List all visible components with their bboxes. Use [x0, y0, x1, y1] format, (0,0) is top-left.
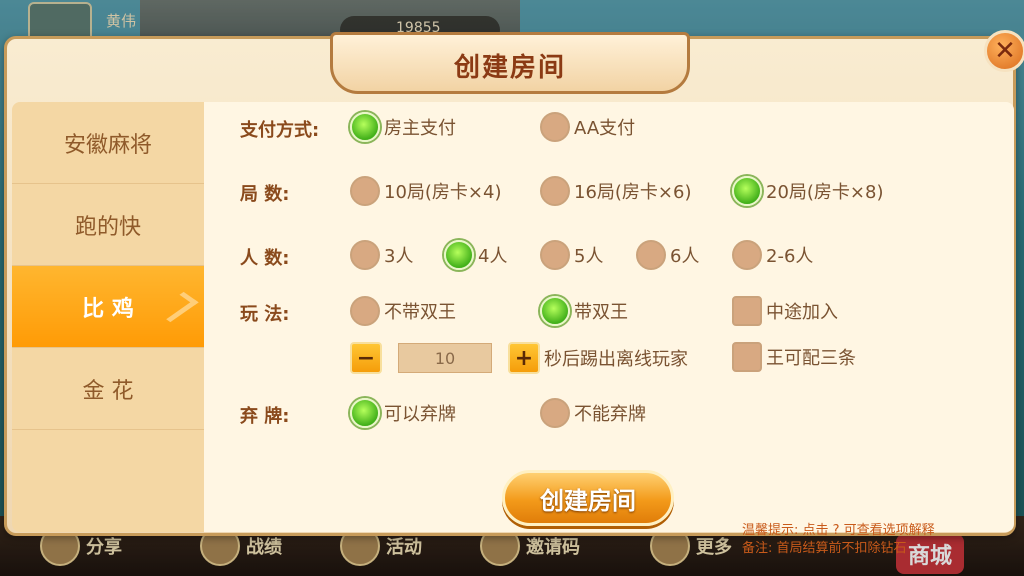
option-label: AA支付: [574, 118, 636, 139]
option-label: 6人: [670, 246, 700, 267]
tips-text: 温馨提示: 点击 ? 可查看选项解释 备注: 首局结算前不扣除钻石: [742, 522, 935, 558]
option-label: 2-6人: [766, 246, 814, 267]
option-label: 5人: [574, 246, 604, 267]
options-panel: 支付方式: 房主支付 AA支付 局 数: 10局(房卡×4) 16局(房卡×6): [204, 102, 1014, 556]
players-option-3[interactable]: 3人: [350, 240, 413, 270]
kick-seconds-value[interactable]: 10: [398, 343, 492, 373]
radio-selected-icon: [350, 398, 380, 428]
players-row: 人 数: 3人 4人 5人 6人 2-6人: [204, 238, 1014, 272]
players-option-2-6[interactable]: 2-6人: [732, 240, 813, 270]
rounds-row: 局 数: 10局(房卡×4) 16局(房卡×6) 20局(房卡×8): [204, 174, 1014, 208]
option-label: 16局(房卡×6): [574, 182, 692, 203]
title-ribbon: 创建房间: [330, 32, 690, 94]
radio-icon: [636, 240, 666, 270]
option-label: 3人: [384, 246, 414, 267]
option-label: 不带双王: [384, 302, 456, 323]
tab-label: 安徽麻将: [63, 132, 152, 158]
tab-label: 金 花: [82, 378, 134, 404]
option-label: 不能弃牌: [574, 404, 646, 425]
payment-label: 支付方式:: [240, 120, 320, 141]
radio-icon: [350, 176, 380, 206]
tab-label: 跑的快: [74, 214, 141, 240]
tip-line: 温馨提示: 点击 ? 可查看选项解释: [742, 523, 935, 538]
radio-icon: [350, 240, 380, 270]
rounds-option-10[interactable]: 10局(房卡×4): [350, 176, 501, 206]
option-label: 王可配三条: [766, 348, 856, 369]
discard-label: 弃 牌:: [240, 406, 290, 427]
rounds-option-16[interactable]: 16局(房卡×6): [540, 176, 691, 206]
kick-timer-row: − 10 + 秒后踢出离线玩家 王可配三条: [204, 340, 1014, 374]
players-label: 人 数:: [240, 248, 290, 269]
radio-icon: [540, 112, 570, 142]
play-label: 玩 法:: [240, 304, 290, 325]
play-row: 玩 法: 不带双王 带双王 中途加入: [204, 294, 1014, 328]
plus-button[interactable]: +: [508, 342, 540, 374]
radio-icon: [350, 296, 380, 326]
players-option-6[interactable]: 6人: [636, 240, 699, 270]
option-label: 可以弃牌: [384, 404, 456, 425]
note-line: 备注: 首局结算前不扣除钻石: [742, 541, 907, 556]
tab-jinhua[interactable]: 金 花: [12, 348, 204, 430]
radio-selected-icon: [444, 240, 474, 270]
dialog-title: 创建房间: [453, 53, 566, 83]
discard-option-allow[interactable]: 可以弃牌: [350, 398, 456, 428]
close-icon: ✕: [994, 36, 1016, 66]
option-label: 20局(房卡×8): [766, 182, 884, 203]
rounds-option-20[interactable]: 20局(房卡×8): [732, 176, 883, 206]
option-label: 中途加入: [766, 302, 838, 323]
kick-timer-stepper: − 10 + 秒后踢出离线玩家: [350, 342, 688, 374]
joker-triple-checkbox[interactable]: 王可配三条: [732, 342, 856, 372]
players-option-4[interactable]: 4人: [444, 240, 507, 270]
option-label: 4人: [478, 246, 508, 267]
players-option-5[interactable]: 5人: [540, 240, 603, 270]
radio-icon: [540, 398, 570, 428]
tab-label: 比 鸡: [82, 296, 134, 322]
radio-selected-icon: [732, 176, 762, 206]
rounds-label: 局 数:: [240, 184, 290, 205]
play-option-no-jokers[interactable]: 不带双王: [350, 296, 456, 326]
payment-row: 支付方式: 房主支付 AA支付: [204, 110, 1014, 144]
option-label: 10局(房卡×4): [384, 182, 502, 203]
minus-button[interactable]: −: [350, 342, 382, 374]
discard-option-deny[interactable]: 不能弃牌: [540, 398, 646, 428]
radio-icon: [732, 240, 762, 270]
checkbox-icon: [732, 342, 762, 372]
create-room-dialog: 创建房间 ✕ 安徽麻将 跑的快 比 鸡 金 花 支付方式: 房主支付 AA支付 …: [0, 30, 1024, 556]
create-room-button[interactable]: 创建房间: [502, 470, 674, 526]
radio-icon: [540, 176, 570, 206]
radio-selected-icon: [350, 112, 380, 142]
tab-biji[interactable]: 比 鸡: [12, 266, 204, 348]
payment-option-owner[interactable]: 房主支付: [350, 112, 456, 142]
checkbox-icon: [732, 296, 762, 326]
option-label: 带双王: [574, 302, 628, 323]
radio-icon: [540, 240, 570, 270]
tab-anhui-mahjong[interactable]: 安徽麻将: [12, 102, 204, 184]
option-label: 房主支付: [384, 118, 456, 139]
game-tabs: 安徽麻将 跑的快 比 鸡 金 花: [12, 102, 204, 532]
radio-selected-icon: [540, 296, 570, 326]
discard-row: 弃 牌: 可以弃牌 不能弃牌: [204, 396, 1014, 430]
tab-paodekuai[interactable]: 跑的快: [12, 184, 204, 266]
play-option-jokers[interactable]: 带双王: [540, 296, 628, 326]
kick-timer-label: 秒后踢出离线玩家: [544, 349, 688, 370]
chevron-right-icon: [155, 291, 199, 323]
close-button[interactable]: ✕: [984, 30, 1024, 72]
payment-option-aa[interactable]: AA支付: [540, 112, 635, 142]
join-midway-checkbox[interactable]: 中途加入: [732, 296, 838, 326]
